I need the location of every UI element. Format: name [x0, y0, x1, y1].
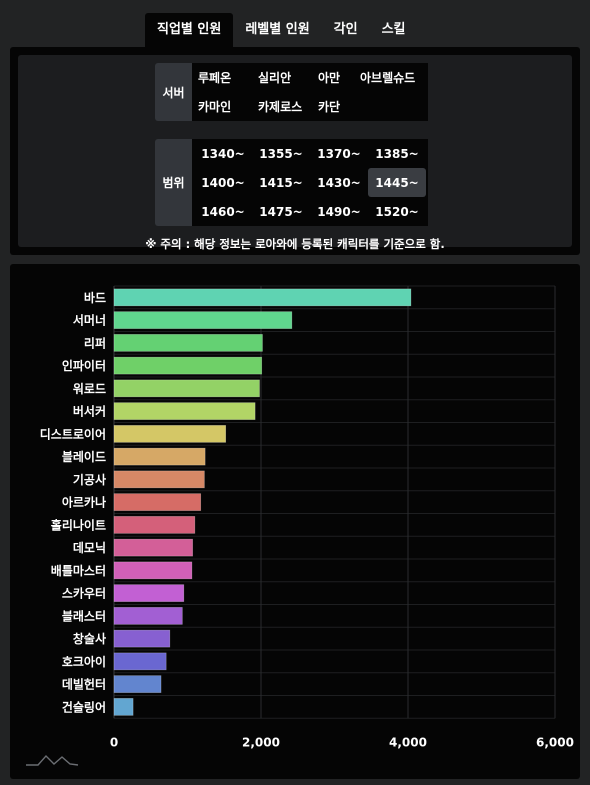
bar	[113, 629, 171, 648]
bar	[113, 470, 205, 489]
y-category-label: 데빌헌터	[62, 677, 106, 692]
bar	[113, 538, 193, 557]
server-filter: 서버 루페온 실리안 아만 아브렐슈드 카마인 카제로스 카단	[155, 63, 428, 121]
bar	[113, 652, 167, 671]
filter-inner: 서버 루페온 실리안 아만 아브렐슈드 카마인 카제로스 카단 범위 1340~…	[18, 55, 572, 251]
server-option-kazeros[interactable]: 카제로스	[254, 92, 314, 121]
filter-panel: 서버 루페온 실리안 아만 아브렐슈드 카마인 카제로스 카단 범위 1340~…	[10, 47, 580, 255]
range-option-1385[interactable]: 1385~	[368, 139, 426, 168]
bar	[113, 379, 260, 398]
x-tick-label: 4,000	[389, 735, 427, 749]
range-option-1460[interactable]: 1460~	[194, 197, 252, 226]
x-tick-label: 6,000	[536, 735, 574, 749]
y-category-label: 리퍼	[84, 335, 106, 350]
range-option-1340[interactable]: 1340~	[194, 139, 252, 168]
range-option-1400[interactable]: 1400~	[194, 168, 252, 197]
server-option-kadan[interactable]: 카단	[314, 92, 356, 121]
y-category-label: 배틀마스터	[51, 563, 106, 578]
bar	[113, 356, 263, 375]
x-tick-label: 0	[110, 735, 118, 749]
y-category-label: 호크아이	[62, 654, 106, 669]
y-category-label: 스카우터	[62, 586, 106, 601]
y-category-label: 블레이드	[62, 449, 106, 464]
y-category-label: 디스트로이어	[40, 426, 106, 441]
server-option-aman[interactable]: 아만	[314, 63, 356, 92]
server-filter-label: 서버	[155, 63, 192, 121]
bar	[113, 288, 412, 307]
y-category-label: 기공사	[73, 472, 106, 487]
server-option-silian[interactable]: 실리안	[254, 63, 314, 92]
server-option-rufeon[interactable]: 루페온	[194, 63, 254, 92]
y-category-label: 워로드	[73, 382, 106, 396]
notice-text: ※ 주의 : 해당 정보는 로아와에 등록된 캐릭터를 기준으로 함.	[145, 237, 445, 251]
y-category-label: 블래스터	[62, 608, 106, 623]
server-option-abrelshud[interactable]: 아브렐슈드	[356, 63, 426, 92]
range-option-1490[interactable]: 1490~	[310, 197, 368, 226]
tab-engravings[interactable]: 각인	[322, 13, 370, 47]
y-category-label: 데모닉	[73, 540, 106, 555]
bar	[113, 402, 256, 420]
bar	[113, 584, 185, 602]
y-category-label: 바드	[84, 290, 106, 305]
range-option-1370[interactable]: 1370~	[310, 139, 368, 168]
y-category-label: 인파이터	[62, 358, 106, 373]
tab-class-population[interactable]: 직업별 인원	[145, 13, 234, 47]
y-category-label: 버서커	[73, 404, 106, 419]
bar	[113, 334, 263, 352]
bar	[113, 311, 293, 329]
range-option-1475[interactable]: 1475~	[252, 197, 310, 226]
y-category-label: 아르카나	[62, 495, 106, 510]
chart-panel: 0 2,000 4,000 6,000 바드서머너리퍼인파이터워로드버서커디스트로이어블…	[10, 264, 580, 779]
tab-bar: 직업별 인원 레벨별 인원 각인 스킬	[145, 13, 418, 47]
y-category-label: 서머너	[73, 313, 106, 328]
y-category-label: 창술사	[73, 631, 106, 646]
bar	[113, 675, 162, 693]
tab-skills[interactable]: 스킬	[370, 13, 418, 47]
bar	[113, 425, 227, 443]
range-option-1445[interactable]: 1445~	[368, 168, 426, 197]
range-option-1520[interactable]: 1520~	[368, 197, 426, 226]
chart-logo-icon	[26, 754, 79, 766]
bar	[113, 561, 193, 580]
y-category-label: 홀리나이트	[51, 517, 106, 532]
server-option-kamain[interactable]: 카마인	[194, 92, 254, 121]
y-category-label: 건슬링어	[62, 699, 106, 714]
range-option-1415[interactable]: 1415~	[252, 168, 310, 197]
bar	[113, 607, 183, 625]
bar	[113, 516, 196, 534]
class-population-chart: 0 2,000 4,000 6,000 바드서머너리퍼인파이터워로드버서커디스트로이어블…	[40, 285, 574, 749]
range-option-1430[interactable]: 1430~	[310, 168, 368, 197]
x-tick-label: 2,000	[242, 735, 280, 749]
range-option-1355[interactable]: 1355~	[252, 139, 310, 168]
range-filter: 범위 1340~ 1355~ 1370~ 1385~ 1400~ 1415~ 1…	[155, 139, 428, 226]
bar	[113, 447, 206, 466]
bar	[113, 493, 202, 511]
bar	[113, 698, 134, 716]
range-filter-label: 범위	[155, 139, 192, 226]
tab-level-population[interactable]: 레벨별 인원	[233, 13, 321, 47]
